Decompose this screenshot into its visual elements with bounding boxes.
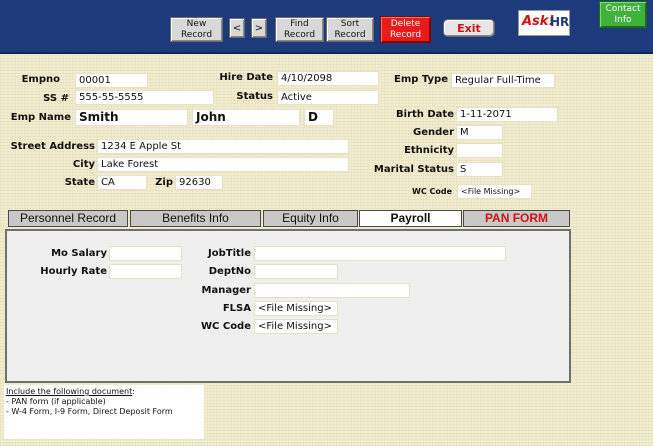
- zip-label: Zip: [155, 177, 173, 188]
- street-address-label: Street Address: [10, 141, 95, 152]
- empno-label: Empno: [21, 74, 60, 85]
- gender-label: Gender: [413, 127, 454, 138]
- gender-field[interactable]: M: [456, 125, 503, 140]
- status-label: Status: [236, 91, 273, 102]
- manager-field[interactable]: [254, 283, 410, 298]
- delete-record-button[interactable]: Delete Record: [380, 16, 431, 43]
- city-field[interactable]: Lake Forest: [97, 157, 349, 172]
- flsa-label: FLSA: [222, 303, 251, 314]
- documents-line-1: - PAN form (if applicable): [6, 397, 106, 406]
- emp-name-label: Emp Name: [10, 112, 71, 123]
- status-field[interactable]: Active: [277, 90, 379, 105]
- payroll-wc-code-field[interactable]: <File Missing>: [254, 319, 338, 334]
- emp-type-field[interactable]: Regular Full-Time: [451, 73, 555, 88]
- new-record-button[interactable]: New Record: [170, 17, 223, 42]
- birth-date-label: Birth Date: [396, 109, 454, 120]
- jobtitle-label: JobTitle: [208, 248, 251, 259]
- city-label: City: [72, 159, 95, 170]
- documents-line-2: - W-4 Form, I-9 Form, Direct Deposit For…: [6, 407, 173, 416]
- tab-payroll[interactable]: Payroll: [359, 210, 462, 227]
- marital-status-field[interactable]: S: [456, 162, 503, 177]
- state-field[interactable]: CA: [97, 175, 147, 190]
- askhr-logo[interactable]: Ask! HR: [518, 10, 570, 36]
- hire-date-label: Hire Date: [219, 72, 273, 83]
- sort-record-button[interactable]: Sort Record: [326, 17, 374, 42]
- hire-date-field[interactable]: 4/10/2098: [277, 71, 379, 86]
- payroll-wc-code-label: WC Code: [201, 321, 251, 332]
- logo-hr-text: HR: [550, 15, 570, 29]
- ethnicity-label: Ethnicity: [404, 145, 454, 156]
- flsa-field[interactable]: <File Missing>: [254, 301, 338, 316]
- tab-benefits-info[interactable]: Benefits Info: [130, 210, 261, 227]
- deptno-field[interactable]: [254, 264, 338, 279]
- ethnicity-field[interactable]: [456, 143, 503, 158]
- required-documents-note: Include the following document: - PAN fo…: [4, 385, 204, 439]
- manager-label: Manager: [201, 285, 251, 296]
- documents-header-colon: :: [132, 387, 135, 396]
- next-record-button[interactable]: >: [251, 18, 267, 38]
- documents-header: Include the following document: [6, 387, 133, 396]
- state-label: State: [64, 177, 95, 188]
- marital-status-label: Marital Status: [373, 164, 454, 175]
- emp-type-label: Emp Type: [394, 74, 448, 85]
- deptno-label: DeptNo: [208, 266, 251, 277]
- mo-salary-label: Mo Salary: [51, 248, 107, 259]
- tab-personnel-record[interactable]: Personnel Record: [8, 210, 128, 227]
- ssn-field[interactable]: 555-55-5555: [75, 90, 214, 105]
- first-name-field[interactable]: John: [192, 109, 300, 126]
- tab-pan-form[interactable]: PAN FORM: [463, 210, 570, 227]
- top-toolbar: New Record < > Find Record Sort Record D…: [0, 0, 653, 54]
- tab-equity-info[interactable]: Equity Info: [263, 210, 358, 227]
- last-name-field[interactable]: Smith: [75, 109, 188, 126]
- street-address-field[interactable]: 1234 E Apple St: [97, 139, 349, 154]
- ssn-label: SS #: [43, 93, 69, 104]
- wc-code-label: WC Code: [412, 187, 452, 196]
- hourly-rate-label: Hourly Rate: [40, 266, 107, 277]
- exit-button[interactable]: Exit: [443, 19, 495, 37]
- zip-field[interactable]: 92630: [175, 175, 223, 190]
- find-record-button[interactable]: Find Record: [275, 17, 324, 42]
- middle-initial-field[interactable]: D: [304, 109, 334, 126]
- documents-header-line: Include the following document:: [6, 387, 202, 397]
- empno-field[interactable]: 00001: [75, 73, 148, 88]
- hourly-rate-field[interactable]: [109, 264, 182, 279]
- birth-date-field[interactable]: 1-11-2071: [456, 107, 558, 122]
- contact-info-button[interactable]: Contact Info: [599, 1, 647, 28]
- wc-code-field[interactable]: <File Missing>: [457, 184, 532, 199]
- previous-record-button[interactable]: <: [229, 18, 245, 38]
- jobtitle-field[interactable]: [254, 246, 506, 261]
- mo-salary-field[interactable]: [109, 246, 182, 261]
